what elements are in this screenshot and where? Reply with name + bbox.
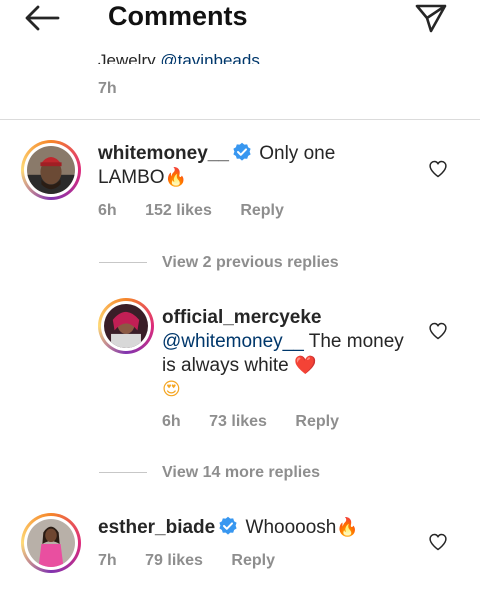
reply-button[interactable]: Reply (240, 202, 284, 220)
like-button[interactable] (428, 321, 448, 341)
verified-badge-icon (233, 142, 251, 161)
replies-divider-line (99, 262, 147, 263)
reply-button[interactable]: Reply (295, 413, 339, 431)
avatar[interactable] (98, 298, 154, 354)
reply-meta: 6h 73 likes Reply (162, 413, 339, 431)
header-bar: Comments (0, 0, 480, 36)
reply-button[interactable]: Reply (231, 552, 275, 570)
comment-time: 6h (98, 202, 117, 219)
arrow-left-icon (25, 5, 60, 31)
comment-username[interactable]: whitemoney__ (98, 143, 229, 164)
avatar[interactable] (21, 140, 81, 200)
avatar[interactable] (21, 513, 81, 573)
previous-comment-text: Jewelry @tavinbeads (98, 44, 260, 64)
avatar-image (104, 304, 148, 348)
previous-comment-time: 7h (98, 80, 117, 97)
page-title: Comments (108, 1, 248, 31)
comment-likes[interactable]: 79 likes (145, 552, 203, 570)
like-button[interactable] (428, 532, 448, 552)
heart-outline-icon (429, 533, 447, 551)
view-previous-replies-button[interactable]: View 2 previous replies (162, 254, 339, 272)
comment-body: esther_biade Whoooosh🔥 (98, 516, 418, 540)
heart-emoji-icon: ❤️ (294, 355, 317, 376)
paper-plane-icon (415, 4, 447, 33)
like-button[interactable] (428, 159, 448, 179)
comment-meta: 6h 152 likes Reply (98, 202, 284, 220)
heart-outline-icon (429, 322, 447, 340)
reply-body: official_mercyeke @whitemoney__ The mone… (162, 306, 422, 402)
comment-likes[interactable]: 152 likes (145, 202, 212, 220)
avatar-image (27, 519, 75, 567)
share-button[interactable] (414, 3, 448, 33)
previous-comment-mention[interactable]: @tavinbeads (160, 51, 260, 64)
replies-divider-line (99, 472, 147, 473)
reply-username[interactable]: official_mercyeke (162, 307, 322, 328)
comment-meta: 7h 79 likes Reply (98, 552, 275, 570)
reply-likes[interactable]: 73 likes (209, 413, 267, 431)
comment-username[interactable]: esther_biade (98, 517, 215, 538)
reply-mention[interactable]: @whitemoney__ (162, 331, 304, 352)
comment-time: 7h (98, 552, 117, 569)
heart-outline-icon (429, 160, 447, 178)
comment-text: Whoooosh (245, 517, 337, 538)
back-button[interactable] (22, 4, 62, 32)
heart-eyes-emoji-icon: 😍 (162, 379, 181, 400)
comment-body: whitemoney__ Only one LAMBO🔥 (98, 142, 398, 190)
divider (0, 119, 480, 120)
reply-time: 6h (162, 413, 181, 430)
verified-badge-icon (219, 516, 237, 535)
previous-comment-prefix: Jewelry (98, 51, 161, 64)
fire-emoji-icon: 🔥 (336, 517, 359, 538)
avatar-image (27, 146, 75, 194)
view-more-replies-button[interactable]: View 14 more replies (162, 464, 320, 482)
fire-emoji-icon: 🔥 (164, 167, 187, 188)
